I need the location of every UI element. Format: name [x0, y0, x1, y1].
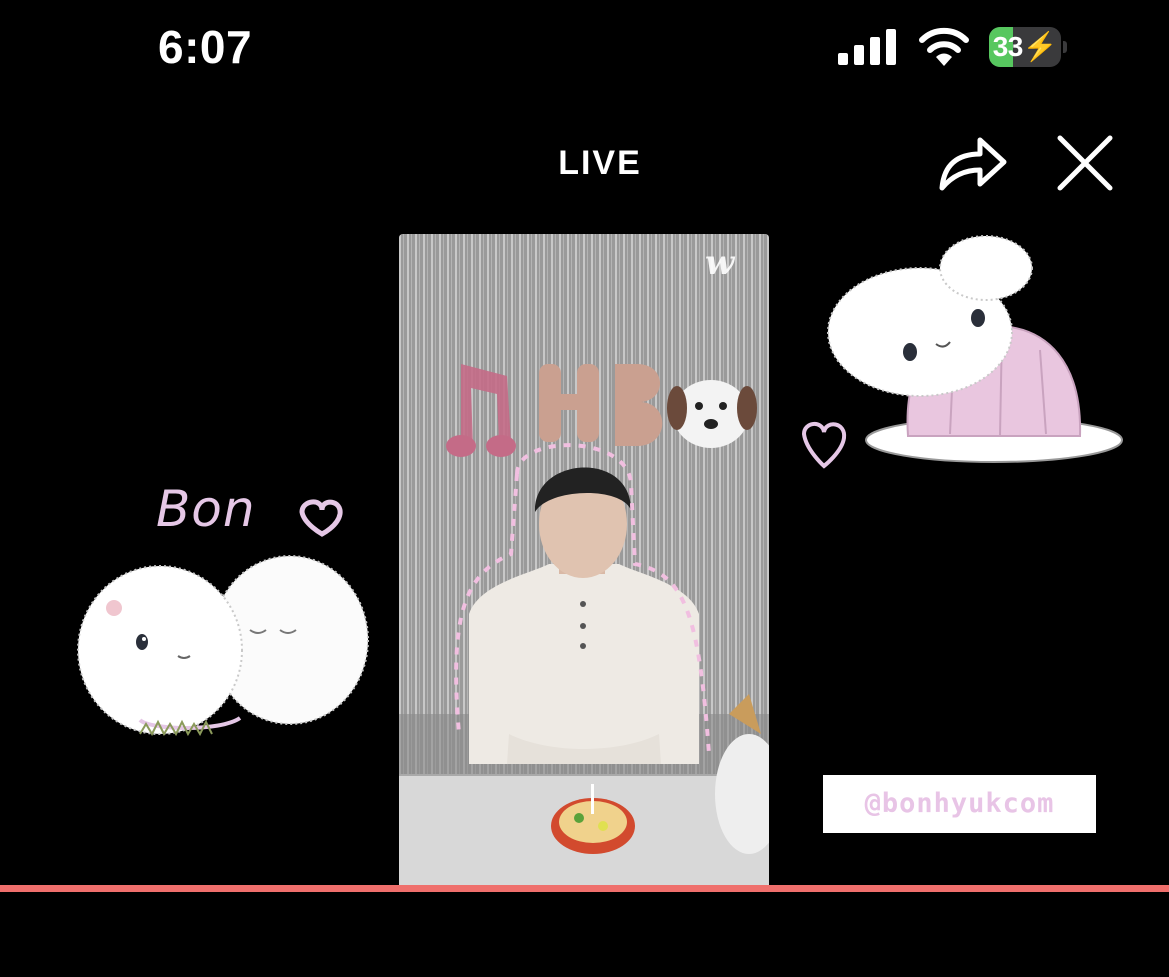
progress-bar[interactable] — [0, 885, 1169, 892]
charging-bolt-icon: ⚡ — [1022, 31, 1058, 62]
status-time: 6:07 — [158, 21, 253, 73]
close-icon[interactable] — [1056, 134, 1114, 192]
puppy-jelly-sticker — [801, 235, 1123, 469]
page-title: LIVE — [558, 144, 642, 182]
share-arrow-icon[interactable] — [936, 132, 1008, 194]
puppy-pair-sticker — [77, 499, 369, 737]
battery-icon: 33⚡ — [989, 27, 1069, 67]
heart-icon — [801, 422, 847, 469]
watermark-label: @bonhyukcom — [823, 775, 1096, 833]
live-video-frame[interactable]: H — [399, 234, 769, 886]
heart-icon — [299, 499, 343, 537]
wifi-icon — [919, 27, 969, 66]
app-logo: w — [705, 243, 736, 283]
cellular-signal-icon — [838, 29, 896, 65]
battery-level: 33 — [992, 31, 1024, 62]
